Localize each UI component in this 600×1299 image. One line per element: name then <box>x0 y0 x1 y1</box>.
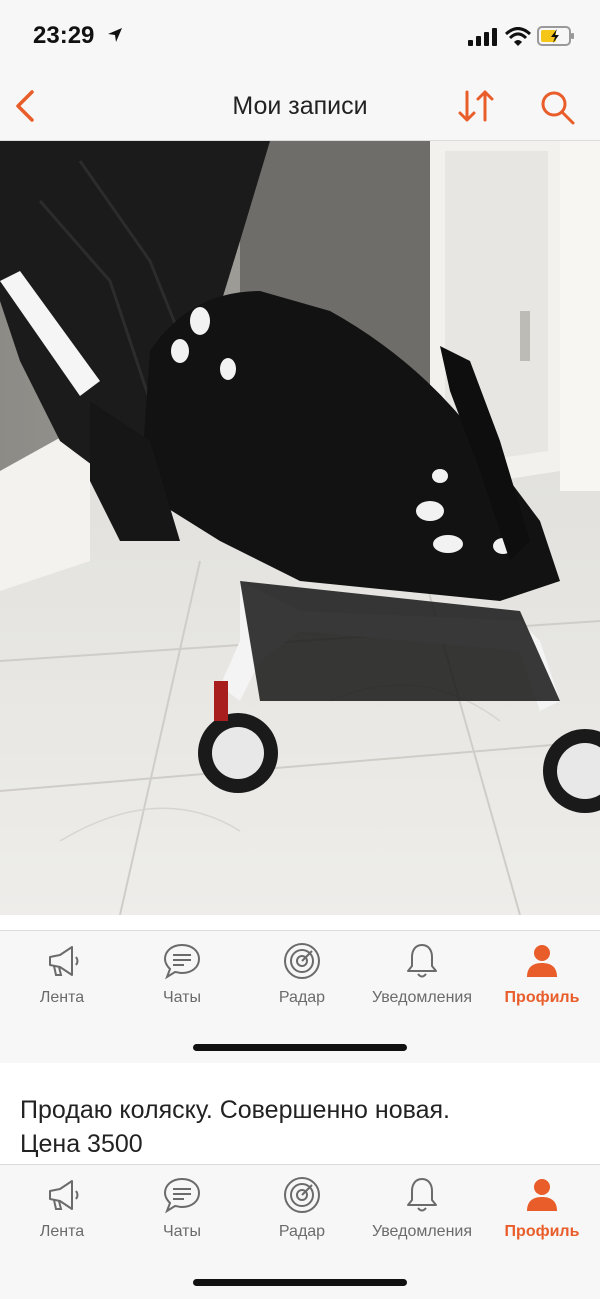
home-indicator[interactable] <box>193 1044 407 1051</box>
tab-chats[interactable]: Чаты <box>122 1165 242 1245</box>
tab-radar[interactable]: Радар <box>242 931 362 1011</box>
status-time: 23:29 <box>33 22 95 49</box>
radar-icon <box>284 1177 320 1213</box>
tab-radar[interactable]: Радар <box>242 1165 362 1245</box>
navigation-bar: Мои записи <box>0 72 600 141</box>
home-indicator[interactable] <box>193 1279 407 1286</box>
megaphone-icon <box>49 1180 79 1210</box>
post-photo[interactable] <box>0 141 600 915</box>
tab-radar-label: Радар <box>278 1223 326 1240</box>
megaphone-icon <box>49 946 79 976</box>
location-arrow-icon <box>108 28 122 42</box>
stroller-image <box>0 141 600 915</box>
tab-profile[interactable]: Профиль <box>482 1165 600 1245</box>
tab-feed[interactable]: Лента <box>2 1165 122 1245</box>
tab-notifications-label: Уведомления <box>371 1223 473 1240</box>
signal-icon <box>468 28 497 46</box>
tab-feed[interactable]: Лента <box>2 931 122 1011</box>
description-line-1: Продаю коляску. Совершенно новая. <box>20 1096 451 1124</box>
sort-icon[interactable] <box>456 88 496 124</box>
bell-icon <box>407 1178 437 1212</box>
tab-notifications[interactable]: Уведомления <box>362 931 482 1011</box>
battery-icon <box>537 26 574 46</box>
chat-bubble-icon <box>163 1177 201 1214</box>
tab-bar-top: Лента Чаты Радар Уведомления Профиль <box>0 930 600 1063</box>
status-bar: 23:29 <box>0 0 600 72</box>
wifi-icon <box>505 27 531 46</box>
person-icon <box>527 1179 557 1211</box>
tab-profile-label: Профиль <box>504 989 580 1006</box>
person-icon <box>527 945 557 977</box>
search-icon[interactable] <box>538 88 576 126</box>
tab-chats-label: Чаты <box>162 1223 202 1240</box>
tab-chats-label: Чаты <box>162 989 202 1006</box>
tab-notifications[interactable]: Уведомления <box>362 1165 482 1245</box>
post-description: Продаю коляску. Совершенно новая. Цена 3… <box>0 1064 600 1164</box>
description-line-2: Цена 3500 <box>20 1130 143 1158</box>
tab-profile[interactable]: Профиль <box>482 931 600 1011</box>
tab-bar-bottom: Лента Чаты Радар Уведомления Профиль <box>0 1164 600 1299</box>
tab-radar-label: Радар <box>278 989 326 1006</box>
tab-profile-label: Профиль <box>504 1223 580 1240</box>
bell-icon <box>407 944 437 978</box>
tab-notifications-label: Уведомления <box>371 989 473 1006</box>
tab-chats[interactable]: Чаты <box>122 931 242 1011</box>
page-title: Мои записи <box>232 92 368 120</box>
radar-icon <box>284 943 320 979</box>
chat-bubble-icon <box>163 943 201 980</box>
